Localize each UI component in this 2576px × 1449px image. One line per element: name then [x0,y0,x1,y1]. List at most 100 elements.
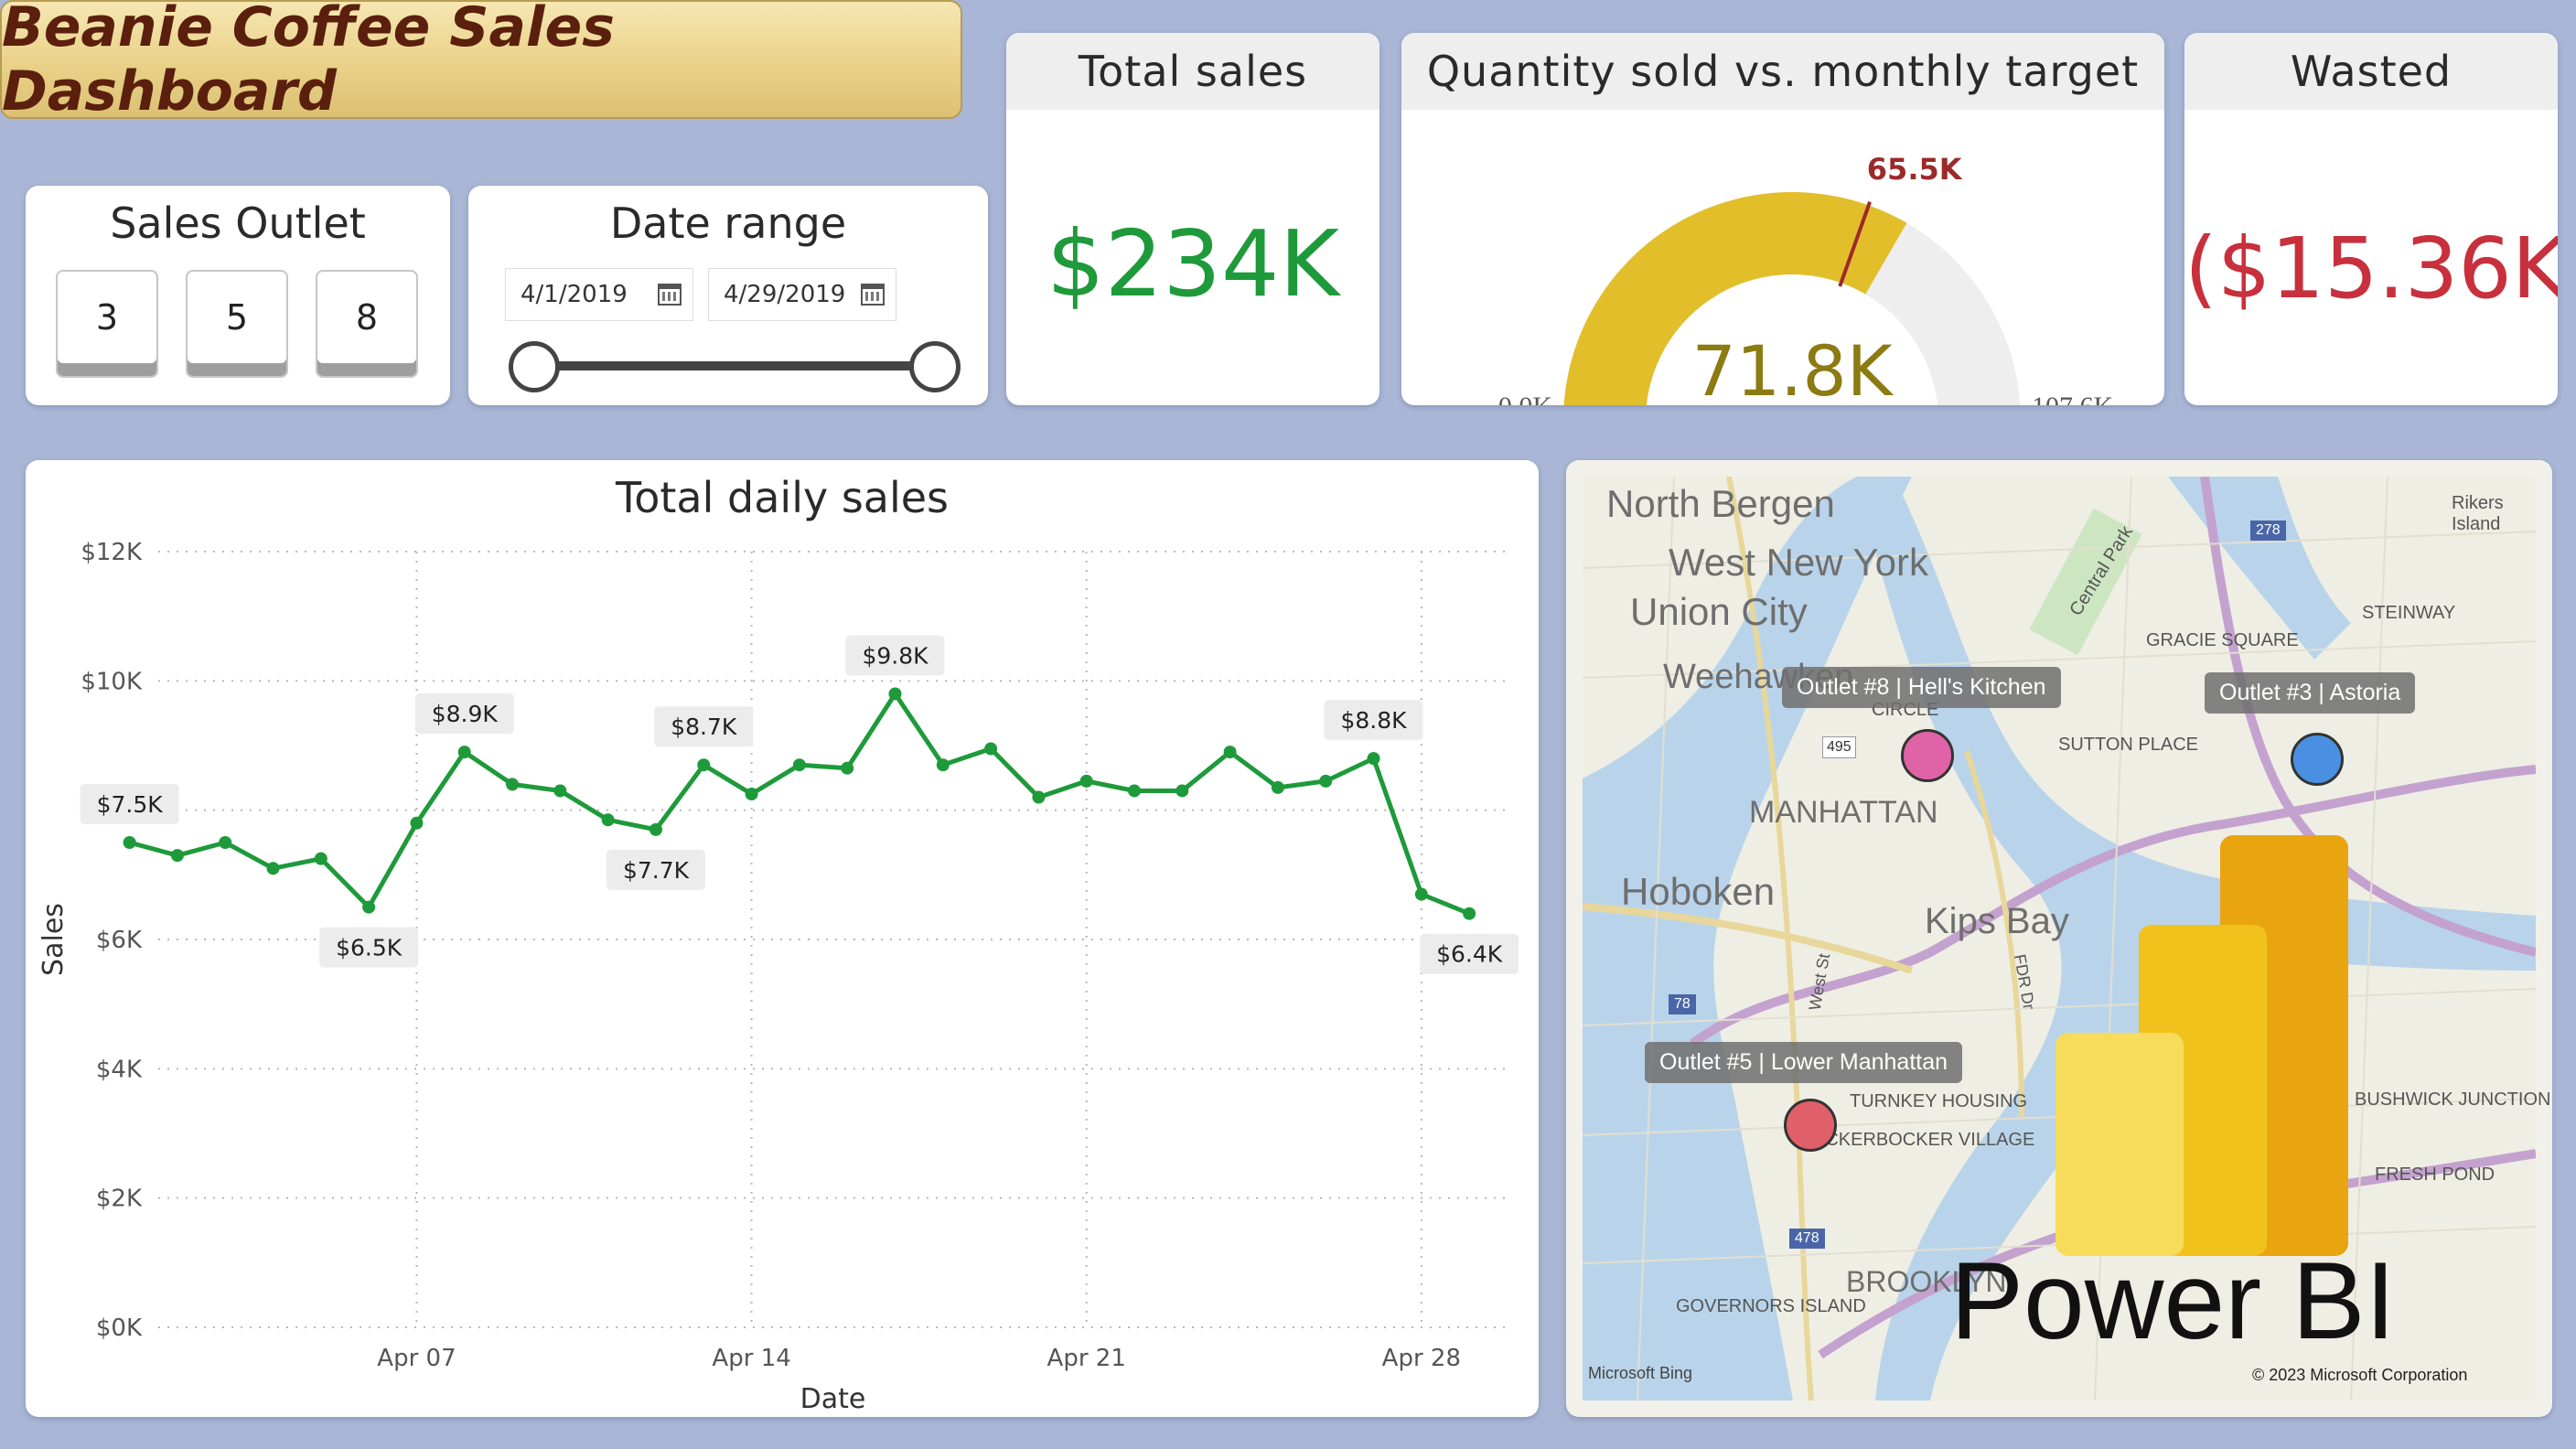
svg-text:$6.4K: $6.4K [1436,941,1503,968]
date-range-title: Date range [609,199,847,248]
data-label: $8.9K [414,693,514,735]
data-point[interactable] [170,849,184,863]
y-tick-label: $6K [96,927,143,954]
x-axis-label: Date [800,1383,866,1415]
data-point[interactable] [936,758,950,772]
data-point[interactable] [1128,784,1142,798]
map-shield-495: 495 [1822,736,1856,758]
data-point[interactable] [1367,752,1380,766]
data-point[interactable] [649,822,662,836]
dashboard-title: Beanie Coffee Sales Dashboard [2,0,615,123]
y-tick-label: $4K [96,1056,143,1083]
gauge-max-label: 107.6K [2032,392,2114,405]
date-range-start-handle[interactable] [509,341,560,392]
data-point[interactable] [506,778,520,791]
data-point[interactable] [123,836,136,849]
data-point[interactable] [792,758,806,772]
data-point[interactable] [841,761,854,775]
data-point[interactable] [314,852,327,865]
map-label-north-bergen: North Bergen [1606,482,1835,525]
data-point[interactable] [1223,746,1237,759]
start-date-value: 4/1/2019 [521,281,628,308]
data-point[interactable] [457,746,471,759]
map-label-west-new-york: West New York [1669,541,1929,584]
gauge-target-label: 65.5K [1867,152,1963,187]
gauge-title: Quantity sold vs. monthly target [1401,33,2164,110]
map-label-hoboken: Hoboken [1621,870,1776,913]
data-point[interactable] [745,788,758,800]
outlet-3-tag: Outlet #3 | Astoria [2205,672,2416,714]
outlet-map[interactable]: North Bergen West New York Union City We… [1566,460,2552,1417]
data-point[interactable] [1175,784,1189,798]
outlet-8-tag: Outlet #8 | Hell's Kitchen [1782,667,2061,708]
map-copyright: © 2023 Microsoft Corporation [2252,1366,2468,1384]
data-point[interactable] [1414,887,1428,901]
map-label-rikers-island: Rikers Island [2452,493,2504,534]
outlet-button-5[interactable]: 5 [186,270,288,378]
map-label-union-city: Union City [1630,590,1808,633]
data-label: $8.7K [654,706,754,747]
data-point[interactable] [888,687,902,701]
data-label: $6.5K [319,927,419,968]
data-point[interactable] [1079,774,1093,788]
total-sales-card: Total sales $234K [1006,33,1379,405]
total-sales-title: Total sales [1006,33,1379,110]
map-label-turnkey-housing: TURNKEY HOUSING [1850,1091,2028,1111]
data-label: $7.7K [606,849,705,890]
map-label-kips-bay: Kips Bay [1925,901,2069,941]
end-date-value: 4/29/2019 [724,281,846,308]
daily-sales-chart[interactable]: $0K$2K$4K$6K$8K$10K$12KApr 07Apr 14Apr 2… [26,460,1539,1417]
data-point[interactable] [697,758,711,772]
data-point[interactable] [553,784,567,798]
sales-outlet-slicer: Sales Outlet 3 5 8 [26,186,450,405]
x-tick-label: Apr 14 [712,1345,790,1372]
svg-text:$8.9K: $8.9K [432,701,499,727]
svg-text:$8.7K: $8.7K [671,714,737,740]
outlet-5-pin[interactable] [1784,1099,1837,1152]
data-point[interactable] [362,900,376,914]
gauge-value-label: 71.8K [1691,330,1894,405]
svg-text:$6.5K: $6.5K [336,935,402,961]
chart-title: Total daily sales [615,473,950,522]
start-date-input[interactable]: 4/1/2019 [505,268,693,321]
end-date-input[interactable]: 4/29/2019 [708,268,896,321]
map-label-bushwick-junction: BUSHWICK JUNCTION [2355,1089,2551,1110]
outlet-8-pin[interactable] [1901,729,1954,782]
wasted-value: ($15.36K) [2184,220,2558,317]
sales-outlet-title: Sales Outlet [110,199,366,248]
map-label-manhattan: MANHATTAN [1749,795,1938,830]
x-tick-label: Apr 07 [377,1345,456,1372]
y-axis-label: Sales [38,903,70,976]
y-tick-label: $2K [96,1186,143,1213]
wasted-card: Wasted ($15.36K) [2184,33,2558,405]
outlet-button-8[interactable]: 8 [316,270,418,378]
calendar-icon[interactable] [861,284,885,306]
data-point[interactable] [410,816,424,830]
data-label: $6.4K [1420,933,1519,974]
data-point[interactable] [219,836,232,849]
data-point[interactable] [1032,790,1046,804]
svg-text:$7.7K: $7.7K [623,857,690,884]
data-point[interactable] [1271,780,1284,794]
data-label: $9.8K [845,635,945,676]
x-tick-label: Apr 28 [1382,1345,1461,1372]
svg-text:$7.5K: $7.5K [97,791,164,818]
date-range-track[interactable] [534,361,929,370]
data-point[interactable] [1319,774,1333,788]
calendar-icon[interactable] [658,284,682,306]
data-point[interactable] [601,813,615,827]
svg-text:$8.8K: $8.8K [1341,707,1408,734]
power-bi-logo-text: Power BI [1950,1240,2396,1362]
data-point[interactable] [984,742,998,756]
data-label: $7.5K [80,784,179,824]
outlet-button-3[interactable]: 3 [56,270,158,378]
map-shield-478: 478 [1789,1229,1825,1249]
date-range-end-handle[interactable] [909,341,961,392]
data-label: $8.8K [1324,700,1423,741]
total-sales-value: $234K [1046,210,1340,317]
outlet-3-pin[interactable] [2291,733,2344,786]
dashboard-title-banner: Beanie Coffee Sales Dashboard [0,0,962,123]
data-point[interactable] [1463,907,1476,920]
map-label-steinway: STEINWAY [2362,603,2456,623]
data-point[interactable] [266,862,280,875]
